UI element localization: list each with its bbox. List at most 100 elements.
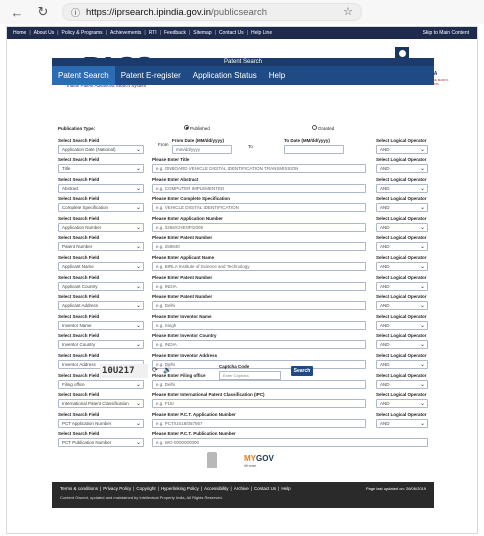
logical-operator-select[interactable]: AND ⌄ [376,164,428,173]
search-value-input[interactable]: e.g. COMPUTER IMPLEMENTED [152,183,366,193]
site-info-icon[interactable]: ⓘ [71,6,80,19]
footer-link-terms-conditions[interactable]: Terms & conditions [60,486,98,491]
select-value: AND [380,244,390,250]
bookmark-star-icon[interactable]: ☆ [343,5,353,18]
search-value-input[interactable]: e.g. Delhi [152,301,366,311]
search-value-input[interactable]: e.g. VEHICLE DIGITAL IDENTIFICATION [152,203,366,213]
granted-radio[interactable] [312,125,317,130]
topnav-contact-us[interactable]: Contact Us [219,30,244,36]
chevron-down-icon: ⌄ [135,147,141,153]
logical-operator-select[interactable]: AND ⌄ [376,418,428,428]
refresh-captcha-icon[interactable]: ⟳ [152,366,158,374]
search-field-select[interactable]: Applicant Country ⌄ [58,281,144,291]
search-value-input[interactable]: e.g. INDIA [152,340,366,350]
mygov-logo[interactable]: MYGOV [244,454,274,463]
logical-operator-select[interactable]: AND ⌄ [376,183,428,193]
from-date-input[interactable]: mm/dd/yyyy [172,145,232,154]
chevron-down-icon: ⌄ [135,440,141,447]
chevron-down-icon: ⌄ [135,244,141,251]
footer-link-copyright[interactable]: Copyright [136,486,155,491]
search-value-input[interactable]: e.g. 3256/CHENP/2009 [152,222,366,232]
logical-operator-label: Select Logical Operator [376,411,427,417]
topnav-rti[interactable]: RTI [149,30,157,36]
search-field-select[interactable]: PCT Application Number ⌄ [58,418,144,428]
search-field-select[interactable]: Application Number ⌄ [58,222,144,232]
select-value: Inventor Address [62,362,96,367]
search-value-input[interactable]: e.g. PCT/US18/057567 [152,418,366,428]
footer-link-privacy-policy[interactable]: Privacy Policy [103,486,131,491]
logical-operator-select[interactable]: AND ⌄ [376,222,428,232]
search-field-select[interactable]: Applicant Name ⌄ [58,262,144,271]
logical-operator-label: Select Logical Operator [376,313,427,319]
logical-operator-select[interactable]: AND ⌄ [376,360,428,369]
select-search-field-label: Select Search Field [58,255,100,260]
search-value-input[interactable]: e.g. F16I [152,399,366,409]
tab-application-status[interactable]: Application Status [187,66,263,85]
search-field-select[interactable]: Complete Specification ⌄ [58,203,144,213]
search-value-input[interactable]: e.g. Delhi [152,379,366,389]
search-field-select[interactable]: Applicant Address ⌄ [58,301,144,311]
back-arrow-icon[interactable]: ← [8,3,26,21]
skip-to-main-link[interactable]: Skip to Main Content [423,30,469,36]
select-value: AND [380,401,390,407]
search-field-select[interactable]: Filing office ⌄ [58,379,144,389]
mygov-subtitle: मेरी सरकार [244,464,257,468]
logical-operator-select[interactable]: AND ⌄ [376,320,428,330]
search-field-select[interactable]: Abstract ⌄ [58,183,144,193]
search-value-input[interactable]: e.g. BIRLA Institute of Science and Tech… [152,262,366,271]
tab-patent-search[interactable]: Patent Search [52,66,115,85]
select-search-field-label: Select Search Field [58,235,100,241]
select-search-field-label: Select Search Field [58,333,100,339]
search-value-input[interactable]: e.g. ONBOARD VEHICLE DIGITAL IDENTIFICAT… [152,164,366,173]
logical-operator-select[interactable]: AND ⌄ [376,281,428,291]
captcha-input[interactable]: Enter Captcha [219,371,281,380]
topnav-home[interactable]: Home [13,30,26,36]
search-field-select[interactable]: Patent Number ⌄ [58,242,144,252]
search-field-select[interactable]: Inventor Country ⌄ [58,340,144,350]
search-button[interactable]: Search [291,366,313,376]
audio-captcha-icon[interactable]: 🔊 [163,366,172,374]
chevron-down-icon: ⌄ [135,185,141,192]
topnav-policy-programs[interactable]: Policy & Programs [62,30,103,36]
search-field-select[interactable]: International Patent Classification ⌄ [58,399,144,409]
chevron-down-icon: ⌄ [419,342,425,349]
logical-operator-select[interactable]: AND ⌄ [376,399,428,409]
logical-operator-select[interactable]: AND ⌄ [376,262,428,271]
search-value-input[interactable]: e.g. INDIA [152,281,366,291]
search-field-select[interactable]: Title ⌄ [58,164,144,173]
logical-operator-label: Select Logical Operator [376,157,427,162]
logical-operator-select[interactable]: AND ⌄ [376,203,428,213]
select-value: Applicant Address [62,303,99,309]
topnav-achievements[interactable]: Achievements [110,30,141,36]
footer-link-accessibility[interactable]: Accessibility [204,486,229,491]
address-bar[interactable]: ⓘ https://iprsearch.ipindia.gov.in/publi… [62,3,362,21]
search-field-select[interactable]: PCT Publication Number ⌄ [58,438,144,448]
footer-link-archive[interactable]: Archive [234,486,249,491]
chevron-down-icon: ⌄ [135,401,141,408]
logical-operator-select[interactable]: AND ⌄ [376,145,428,154]
search-value-input[interactable]: e.g. Singh [152,320,366,330]
search-field-select[interactable]: Inventor Name ⌄ [58,320,144,330]
logical-operator-select[interactable]: AND ⌄ [376,340,428,350]
search-value-input[interactable]: e.g. 259840 [152,242,366,252]
reload-icon[interactable]: ↻ [34,3,52,21]
footer-link-help[interactable]: Help [281,486,290,491]
footer-link-contact-us[interactable]: Contact Us [254,486,276,491]
tab-help[interactable]: Help [263,66,291,85]
search-value-input[interactable]: e.g. Delhi [152,360,366,369]
search-value-input[interactable]: e.g. WO-0000000000 [152,438,428,448]
logical-operator-select[interactable]: AND ⌄ [376,242,428,252]
to-date-input[interactable] [284,145,344,154]
topnav-help-line[interactable]: Help Line [251,30,272,36]
logical-operator-label: Select Logical Operator [376,235,427,241]
topnav-feedback[interactable]: Feedback [164,30,186,36]
published-radio[interactable] [184,125,189,130]
footer-link-hyperlinking-policy[interactable]: Hyperlinking Policy [161,486,199,491]
logical-operator-select[interactable]: AND ⌄ [376,301,428,311]
topnav-sitemap[interactable]: Sitemap [193,30,211,36]
tab-patent-e-register[interactable]: Patent E-register [115,66,187,85]
topnav-about-us[interactable]: About Us [34,30,55,36]
enter-value-label: Please Enter Filing office [152,372,206,378]
logical-operator-select[interactable]: AND ⌄ [376,379,428,389]
date-field-select[interactable]: Application Date (National) ⌄ [58,145,144,154]
